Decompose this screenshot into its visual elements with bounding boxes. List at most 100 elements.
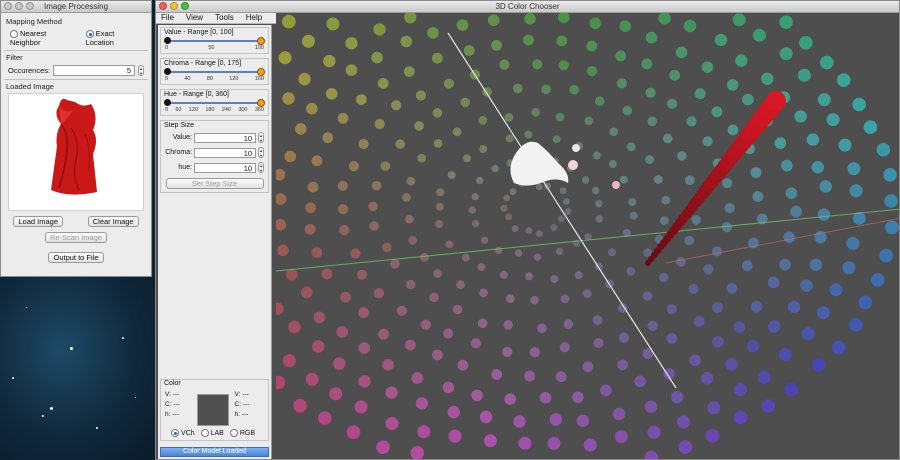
step-value-input[interactable]: 10: [194, 132, 257, 143]
zoom-icon[interactable]: [181, 2, 189, 10]
menu-help[interactable]: Help: [246, 13, 262, 23]
rgb-radio[interactable]: RGB: [229, 429, 255, 437]
color-sample-dot: [784, 382, 799, 397]
menu-file[interactable]: File: [161, 13, 174, 23]
color-sample-dot: [801, 327, 815, 341]
color-sample-dot: [382, 359, 394, 371]
color-sample-dot: [694, 88, 706, 100]
image-window-titlebar[interactable]: Image Processing: [1, 1, 151, 13]
color-sample-dot: [506, 294, 515, 304]
color-sample-dot: [443, 78, 454, 89]
menu-view[interactable]: View: [186, 13, 203, 23]
color-sample-dot: [358, 138, 369, 150]
exact-location-radio[interactable]: Exact Location: [85, 29, 142, 47]
color-sample-dot: [686, 116, 697, 127]
occurrences-input[interactable]: 5: [53, 65, 135, 77]
3d-color-viewport[interactable]: [271, 11, 900, 459]
color-sample-dot: [460, 97, 470, 108]
minimize-icon[interactable]: [170, 2, 178, 10]
color-sample-dot: [406, 176, 416, 186]
step-hue-input[interactable]: 10: [194, 162, 257, 173]
menu-tools[interactable]: Tools: [215, 13, 234, 23]
color-sample-dot: [694, 316, 705, 327]
occurrences-stepper[interactable]: ▲ ▼: [138, 65, 144, 77]
color-sample-dot: [746, 340, 760, 353]
max-knob-icon[interactable]: [257, 99, 265, 107]
chroma-key: C:: [165, 401, 172, 408]
main-window-titlebar[interactable]: 3D Color Chooser: [156, 1, 899, 13]
color-sample-dot: [471, 193, 479, 201]
color-sample-dot: [457, 359, 469, 371]
color-sample-dot: [433, 269, 442, 278]
color-sample-dot: [564, 208, 572, 215]
vch-radio[interactable]: VCh: [171, 429, 195, 437]
max-knob-icon[interactable]: [257, 68, 265, 76]
radio-selected-icon: [171, 429, 179, 437]
color-sample-dot: [339, 225, 350, 236]
color-sample-dot: [295, 123, 307, 135]
color-right-values: V: --- C: --- h: ---: [231, 390, 265, 426]
value-readout: ---: [172, 391, 180, 398]
color-sample-dot: [675, 46, 688, 59]
step-value-stepper[interactable]: ▲ ▼: [258, 132, 264, 143]
color-sample-dot: [358, 375, 371, 388]
chroma-key: C:: [234, 401, 242, 408]
color-sample-dot: [735, 54, 748, 67]
step-hue-stepper[interactable]: ▲ ▼: [258, 162, 264, 173]
color-sample-dot: [536, 183, 543, 191]
chroma-range-slider[interactable]: [164, 68, 265, 76]
color-sample-dot: [448, 429, 462, 443]
color-sample-dot: [593, 337, 604, 349]
color-sample-dot: [338, 204, 349, 215]
max-knob-icon[interactable]: [257, 37, 265, 45]
step-chroma-input[interactable]: 10: [194, 147, 257, 158]
color-sample-dot: [374, 118, 385, 130]
color-sample-dot: [558, 60, 569, 71]
color-sample-dot: [797, 68, 811, 82]
color-sample-dot: [345, 64, 358, 76]
color-sample-dot: [778, 347, 792, 361]
color-sample-dot: [479, 145, 488, 153]
color-sample-dot: [724, 203, 735, 214]
value-range-slider[interactable]: [164, 37, 265, 45]
color-sample-dot: [790, 205, 802, 218]
loaded-image-preview: [8, 93, 144, 212]
nearest-neighbor-radio[interactable]: Nearest Neighbor: [10, 29, 76, 47]
min-knob-icon[interactable]: [164, 37, 171, 44]
color-sample-dot: [463, 154, 471, 163]
color-sample-dot: [876, 142, 891, 157]
rescan-image-button[interactable]: Re-Scan Image: [44, 232, 108, 244]
output-to-file-button[interactable]: Output to File: [48, 252, 104, 264]
color-space-scene[interactable]: [271, 11, 900, 459]
tick-label: 0: [165, 76, 169, 82]
step-chroma-stepper[interactable]: ▲ ▼: [258, 147, 264, 158]
color-sample-dot: [645, 31, 658, 44]
close-icon[interactable]: [4, 2, 12, 10]
radio-selected-icon: [85, 30, 94, 39]
color-sample-dot: [414, 121, 424, 131]
clear-image-button[interactable]: Clear Image: [87, 216, 139, 228]
color-sample-dot: [402, 193, 411, 202]
color-sample-dot: [685, 175, 695, 185]
minimize-icon[interactable]: [15, 2, 23, 10]
hue-range-slider[interactable]: [164, 99, 265, 107]
color-sample-dot: [405, 279, 416, 290]
red-dress-image: [51, 98, 97, 195]
color-sample-dot: [799, 36, 813, 50]
color-sample-dot: [712, 302, 723, 313]
color-sample-dot: [628, 198, 637, 206]
color-left-values: V: --- C: --- h: ---: [165, 390, 195, 426]
color-sample-dot: [443, 328, 454, 339]
load-image-button[interactable]: Load Image: [13, 216, 63, 228]
min-knob-icon[interactable]: [164, 68, 171, 75]
color-sample-dot: [452, 127, 462, 137]
close-icon[interactable]: [159, 2, 167, 10]
min-knob-icon[interactable]: [164, 99, 171, 106]
set-step-size-button[interactable]: Set Step Size: [165, 178, 264, 189]
color-sample-dot: [311, 155, 323, 167]
zoom-icon[interactable]: [26, 2, 34, 10]
color-sample-dot: [829, 283, 843, 297]
lab-radio[interactable]: LAB: [200, 429, 224, 437]
tick-label: 50: [208, 45, 215, 51]
chroma-slider-label: Chroma - Range [0, 175]: [164, 60, 242, 67]
